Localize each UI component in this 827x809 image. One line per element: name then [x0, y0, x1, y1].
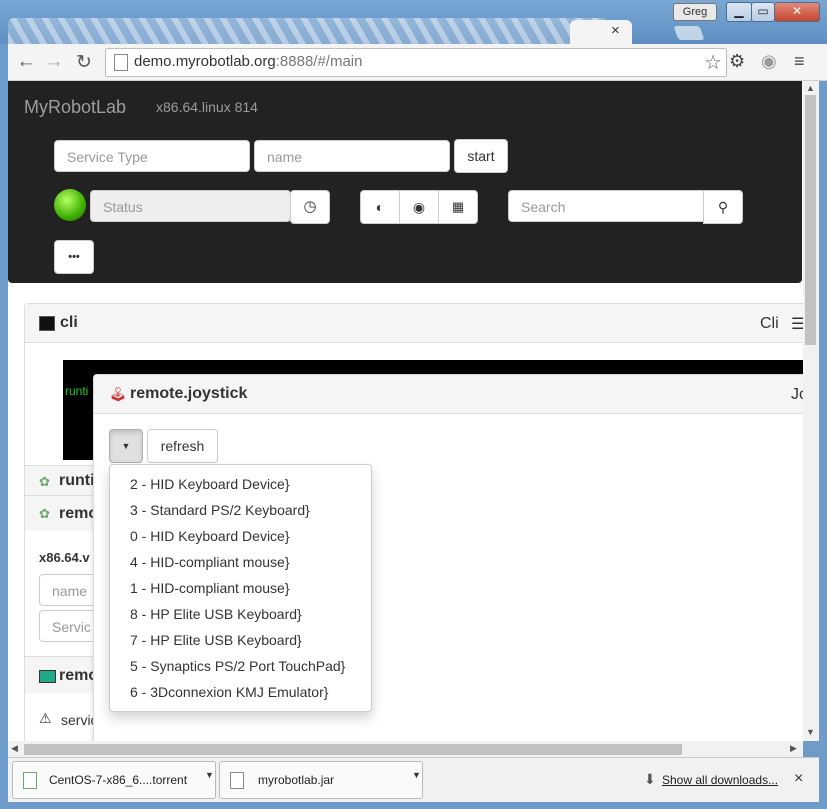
show-all-downloads-link[interactable]: Show all downloads...: [662, 773, 778, 787]
gear-icon: ✿: [39, 474, 50, 489]
service-name-input[interactable]: name: [254, 140, 450, 172]
cli-title: cli: [60, 314, 78, 331]
platform-text: x86.64.v: [39, 550, 90, 565]
platform-label: x86.64.linux 814: [156, 99, 258, 115]
tab-close-icon[interactable]: ×: [611, 22, 620, 39]
scroll-left-arrow-icon[interactable]: ◀: [11, 743, 18, 754]
hide-button[interactable]: ◐: [360, 190, 400, 224]
remote2-panel-header: remo: [24, 656, 98, 694]
vertical-scroll-thumb[interactable]: [805, 95, 816, 345]
menu-icon[interactable]: ≡: [794, 51, 805, 72]
search-input[interactable]: Search: [508, 190, 704, 222]
download-item[interactable]: CentOS-7-x86_6....torrent ▼: [12, 761, 216, 799]
clock-icon: ◷: [303, 198, 317, 215]
controller-dropdown-menu: 2 - HID Keyboard Device} 3 - Standard PS/…: [109, 464, 372, 712]
download-item[interactable]: myrobotlab.jar ▼: [219, 761, 423, 799]
maximize-button[interactable]: ▭: [751, 2, 775, 22]
clock-button[interactable]: ◷: [290, 190, 330, 224]
grid-view-button[interactable]: ▦: [438, 190, 478, 224]
active-tab[interactable]: [570, 20, 632, 44]
controller-option[interactable]: 7 - HP Elite USB Keyboard}: [110, 627, 371, 653]
download-filename: myrobotlab.jar: [258, 773, 335, 787]
download-filename: CentOS-7-x86_6....torrent: [49, 773, 188, 787]
controller-option[interactable]: 6 - 3Dconnexion KMJ Emulator}: [110, 679, 371, 705]
controller-option[interactable]: 5 - Synaptics PS/2 Port TouchPad}: [110, 653, 371, 679]
controller-option[interactable]: 4 - HID-compliant mouse}: [110, 549, 371, 575]
monitor-icon: [39, 670, 56, 683]
joystick-icon: 🕹: [109, 386, 127, 402]
horizontal-scroll-thumb[interactable]: [24, 744, 682, 755]
remote2-panel-body: ⚠ servic: [24, 693, 98, 741]
page-viewport: MyRobotLab x86.64.linux 814 Service Type…: [8, 81, 819, 741]
new-tab-button[interactable]: [673, 26, 705, 40]
download-arrow-icon: ⬇: [644, 771, 656, 787]
chevron-down-icon[interactable]: ▼: [412, 770, 421, 780]
warning-icon: ⚠: [39, 710, 52, 726]
joystick-title: remote.joystick: [130, 385, 248, 402]
browser-toolbar: ← → ↻ demo.myrobotlab.org:8888/#/main ☆ …: [8, 44, 827, 81]
settings-gear-icon[interactable]: ⚙: [729, 51, 745, 72]
grid-icon: ▦: [451, 199, 465, 214]
download-shelf: CentOS-7-x86_6....torrent ▼ myrobotlab.j…: [8, 757, 819, 802]
jar-file-icon: [230, 772, 244, 789]
scroll-up-arrow-icon[interactable]: ▲: [806, 83, 815, 93]
controller-option[interactable]: 1 - HID-compliant mouse}: [110, 575, 371, 601]
page-icon: [114, 54, 128, 71]
forward-arrow-icon[interactable]: →: [42, 51, 66, 73]
eye-slash-icon: ◐: [375, 199, 385, 215]
status-led: [54, 189, 86, 221]
runtime-panel-header: ✿ runti: [24, 465, 96, 497]
horizontal-scrollbar[interactable]: ◀ ▶: [8, 741, 803, 757]
more-button[interactable]: •••: [54, 240, 94, 274]
controller-list: 2 - HID Keyboard Device} 3 - Standard PS/…: [110, 471, 371, 705]
controller-option[interactable]: 3 - Standard PS/2 Keyboard}: [110, 497, 371, 523]
cli-panel-header: cli Cli ☰: [25, 304, 819, 343]
controller-option[interactable]: 0 - HID Keyboard Device}: [110, 523, 371, 549]
window-close-button[interactable]: ✕: [774, 2, 820, 22]
controller-option[interactable]: 2 - HID Keyboard Device}: [110, 471, 371, 497]
joystick-panel-header: 🕹 remote.joystick Jo: [94, 375, 819, 414]
search-button[interactable]: ⚲: [703, 190, 743, 224]
address-bar[interactable]: demo.myrobotlab.org:8888/#/main ☆: [105, 48, 727, 77]
controller-option[interactable]: 8 - HP Elite USB Keyboard}: [110, 601, 371, 627]
chevron-down-icon[interactable]: ▼: [205, 770, 214, 780]
remote-panel-body: x86.64.v name Servic: [24, 531, 109, 656]
url-text[interactable]: demo.myrobotlab.org:8888/#/main: [134, 53, 362, 70]
torrent-file-icon: [23, 772, 37, 789]
tab-strip: [8, 18, 608, 44]
search-icon: ⚲: [717, 199, 729, 215]
eye-icon: ◉: [412, 199, 426, 215]
refresh-button[interactable]: refresh: [147, 429, 218, 463]
terminal-icon: [39, 316, 55, 331]
back-arrow-icon[interactable]: ←: [14, 51, 38, 73]
remote-panel-header: ✿ remo: [24, 495, 98, 533]
mrl-navbar: MyRobotLab x86.64.linux 814 Service Type…: [8, 81, 802, 283]
brand-title[interactable]: MyRobotLab: [24, 97, 126, 118]
reload-icon[interactable]: ↻: [72, 51, 96, 74]
vertical-scrollbar[interactable]: ▲ ▼: [803, 81, 819, 741]
runtime-title: runti: [59, 472, 95, 489]
user-profile-badge[interactable]: Greg: [673, 3, 717, 21]
scroll-right-arrow-icon[interactable]: ▶: [790, 743, 797, 754]
service-type-input[interactable]: Service Type: [54, 140, 250, 172]
minimize-button[interactable]: ▁: [726, 2, 752, 22]
close-shelf-icon[interactable]: ×: [794, 770, 803, 788]
caret-down-icon: ▼: [121, 441, 131, 451]
terminal-text: runti: [65, 384, 89, 398]
cli-type-label: Cli: [760, 315, 779, 332]
gear-icon: ✿: [39, 506, 50, 521]
scroll-down-arrow-icon[interactable]: ▼: [806, 727, 815, 737]
start-button[interactable]: start: [454, 139, 508, 173]
browser-window: × Greg ▁ ▭ ✕ ← → ↻ demo.myrobotlab.org:8…: [0, 0, 827, 809]
show-button[interactable]: ◉: [399, 190, 439, 224]
bookmark-star-icon[interactable]: ☆: [704, 50, 722, 75]
status-field[interactable]: Status: [90, 190, 291, 222]
extension-icon[interactable]: ◉: [761, 51, 777, 72]
controller-dropdown-toggle[interactable]: ▼: [109, 429, 143, 463]
